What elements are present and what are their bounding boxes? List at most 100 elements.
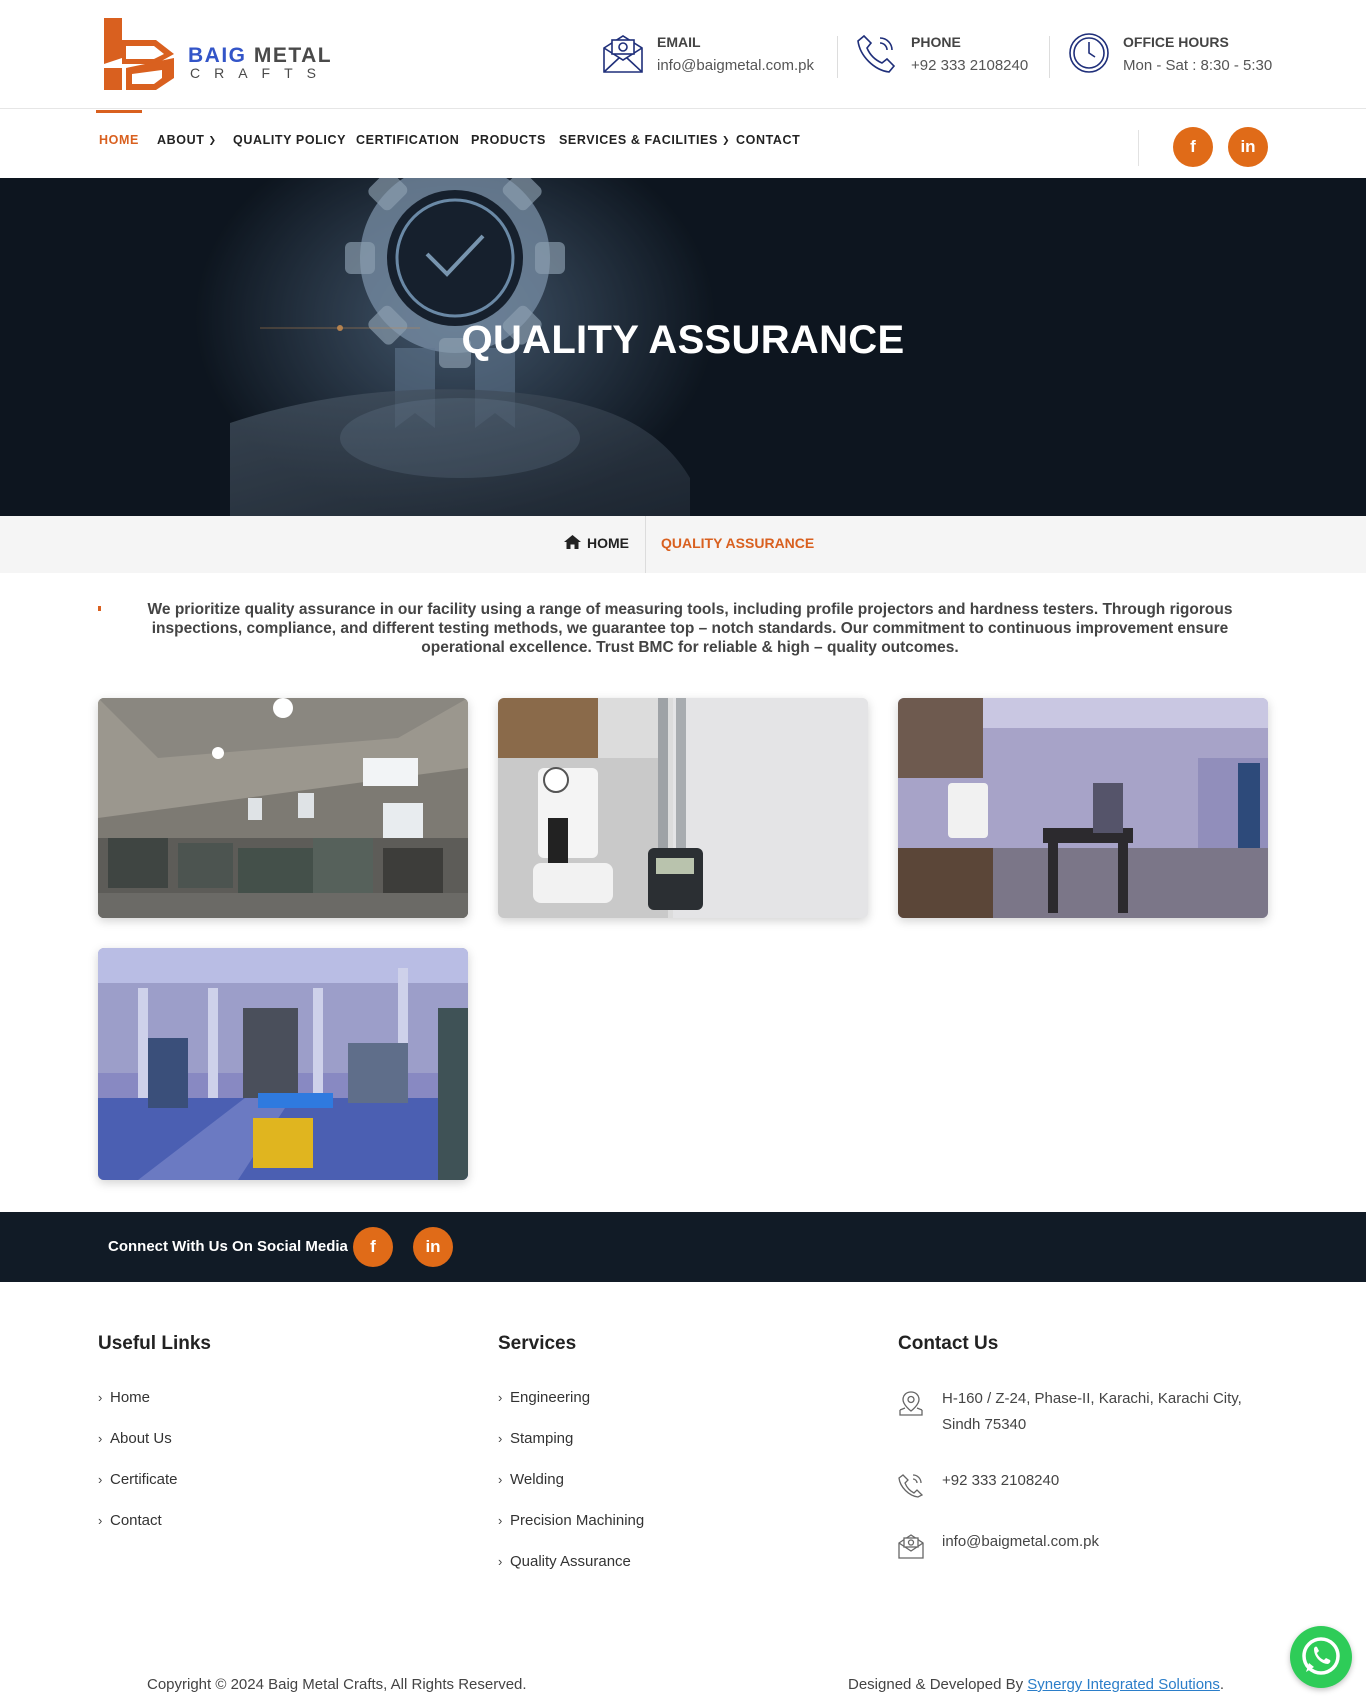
chevron-right-icon: › [98,1390,103,1405]
credit-suffix: . [1219,1676,1225,1693]
phone-icon [857,34,896,73]
clock-icon [1069,33,1109,73]
social-strip-text: Connect With Us On Social Media [108,1238,348,1255]
hours-value: Mon - Sat : 8:30 - 5:30 [1123,57,1273,74]
linkedin-icon[interactable]: in [1228,127,1268,167]
chevron-right-icon: › [498,1472,503,1487]
brand-logo[interactable]: BAIG METAL CRAFTS [104,18,354,90]
whatsapp-button[interactable] [1290,1626,1352,1688]
home-icon [564,535,581,549]
envelope-icon [603,35,643,73]
breadcrumb-home[interactable]: HOME [564,535,629,551]
footer-phone[interactable]: +92 333 2108240 [942,1468,1059,1494]
breadcrumb: HOME QUALITY ASSURANCE [0,516,1366,573]
footer-address: H-160 / Z-24, Phase-II, Karachi, Karachi… [942,1386,1242,1438]
chevron-right-icon: › [98,1431,103,1446]
envelope-icon [898,1534,924,1559]
footer-link-label: Certificate [110,1471,178,1488]
linkedin-icon[interactable]: in [413,1227,453,1267]
footer-link-label: About Us [110,1430,172,1447]
footer-link-label: Contact [110,1512,162,1529]
footer-service-precision-machining[interactable]: › Precision Machining [498,1512,644,1529]
email-value[interactable]: info@baigmetal.com.pk [657,57,814,74]
gallery-image-workshop[interactable] [98,698,468,918]
header-phone[interactable]: PHONE +92 333 2108240 [856,32,1036,82]
footer-service-label: Quality Assurance [510,1553,631,1570]
nav-item-contact[interactable]: CONTACT [736,133,800,147]
chevron-right-icon: › [498,1431,503,1446]
footer-service-quality-assurance[interactable]: › Quality Assurance [498,1553,631,1570]
chevron-right-icon: › [498,1390,503,1405]
nav-item-about[interactable]: ABOUT ❯ [157,133,217,147]
phone-value[interactable]: +92 333 2108240 [911,57,1028,74]
nav-item-services[interactable]: SERVICES & FACILITIES ❯ [559,133,730,147]
map-pin-icon [899,1391,923,1416]
footer-useful-links-title: Useful Links [98,1333,211,1354]
main-nav: HOME ABOUT ❯ QUALITY POLICY CERTIFICATION… [0,110,1366,178]
footer-contact-title: Contact Us [898,1333,999,1354]
header-email[interactable]: EMAIL info@baigmetal.com.pk [602,32,822,82]
breadcrumb-divider [645,516,646,573]
header-divider [837,36,838,78]
gallery-image-qa-lab[interactable] [898,698,1268,918]
press-shop-photo [98,948,468,1180]
gallery-image-press-shop[interactable] [98,948,468,1180]
nav-divider [1138,130,1139,166]
nav-item-certification[interactable]: CERTIFICATION [356,133,459,147]
gallery-image-hardness-tester[interactable] [498,698,868,918]
footer-service-label: Stamping [510,1430,574,1447]
hardness-tester-photo [498,698,868,918]
nav-active-indicator [96,110,142,113]
footer-address-line1: H-160 / Z-24, Phase-II, Karachi, Karachi… [942,1390,1242,1407]
footer-link-home[interactable]: › Home [98,1389,150,1406]
credit-prefix: Designed & Developed By [848,1676,1024,1693]
breadcrumb-home-label: HOME [587,535,629,551]
phone-label: PHONE [911,34,961,50]
chevron-right-icon: › [498,1513,503,1528]
header-hours: OFFICE HOURS Mon - Sat : 8:30 - 5:30 [1068,32,1288,82]
footer-link-label: Home [110,1389,151,1406]
footer-service-label: Precision Machining [510,1512,645,1529]
chevron-down-icon: ❯ [208,135,217,145]
nav-item-products[interactable]: PRODUCTS [471,133,546,147]
designer-credit: Designed & Developed By Synergy Integrat… [848,1676,1224,1693]
nav-item-home[interactable]: HOME [99,133,139,147]
chevron-down-icon: ❯ [721,135,731,145]
chevron-right-icon: › [98,1513,103,1528]
footer-service-engineering[interactable]: › Engineering [498,1389,590,1406]
workshop-photo [98,698,468,918]
header-divider [1049,36,1050,78]
page-hero: QUALITY ASSURANCE [0,178,1366,516]
facebook-icon[interactable]: f [1173,127,1213,167]
footer-services-title: Services [498,1333,577,1354]
logo-mark-icon [104,18,174,90]
credit-link[interactable]: Synergy Integrated Solutions [1027,1676,1220,1693]
social-strip: Connect With Us On Social Media f in [0,1212,1366,1282]
nav-item-about-label: ABOUT [157,133,205,147]
facebook-icon[interactable]: f [353,1227,393,1267]
phone-icon [898,1474,924,1498]
top-header: BAIG METAL CRAFTS EMAIL info@baigmetal.c… [0,0,1366,109]
bullet-marker [98,606,101,611]
hours-label: OFFICE HOURS [1123,34,1229,50]
footer-link-certificate[interactable]: › Certificate [98,1471,178,1488]
footer-service-stamping[interactable]: › Stamping [498,1430,573,1447]
whatsapp-icon [1302,1637,1340,1675]
brand-subname: CRAFTS [190,65,330,81]
footer-service-label: Welding [510,1471,564,1488]
footer-link-about[interactable]: › About Us [98,1430,172,1447]
footer-email[interactable]: info@baigmetal.com.pk [942,1529,1099,1555]
nav-item-services-label: SERVICES & FACILITIES [559,133,718,147]
copyright-text: Copyright © 2024 Baig Metal Crafts, All … [147,1676,527,1693]
footer-service-welding[interactable]: › Welding [498,1471,564,1488]
qa-lab-photo [898,698,1268,918]
breadcrumb-current: QUALITY ASSURANCE [661,535,815,551]
brand-name-part1: BAIG [188,44,247,67]
footer-service-label: Engineering [510,1389,591,1406]
chevron-right-icon: › [98,1472,103,1487]
nav-item-quality-policy[interactable]: QUALITY POLICY [233,133,346,147]
intro-text: We prioritize quality assurance in our f… [147,601,1233,656]
brand-name-part2: METAL [253,44,333,67]
footer-address-line2: Sindh 75340 [942,1416,1027,1433]
footer-link-contact[interactable]: › Contact [98,1512,162,1529]
